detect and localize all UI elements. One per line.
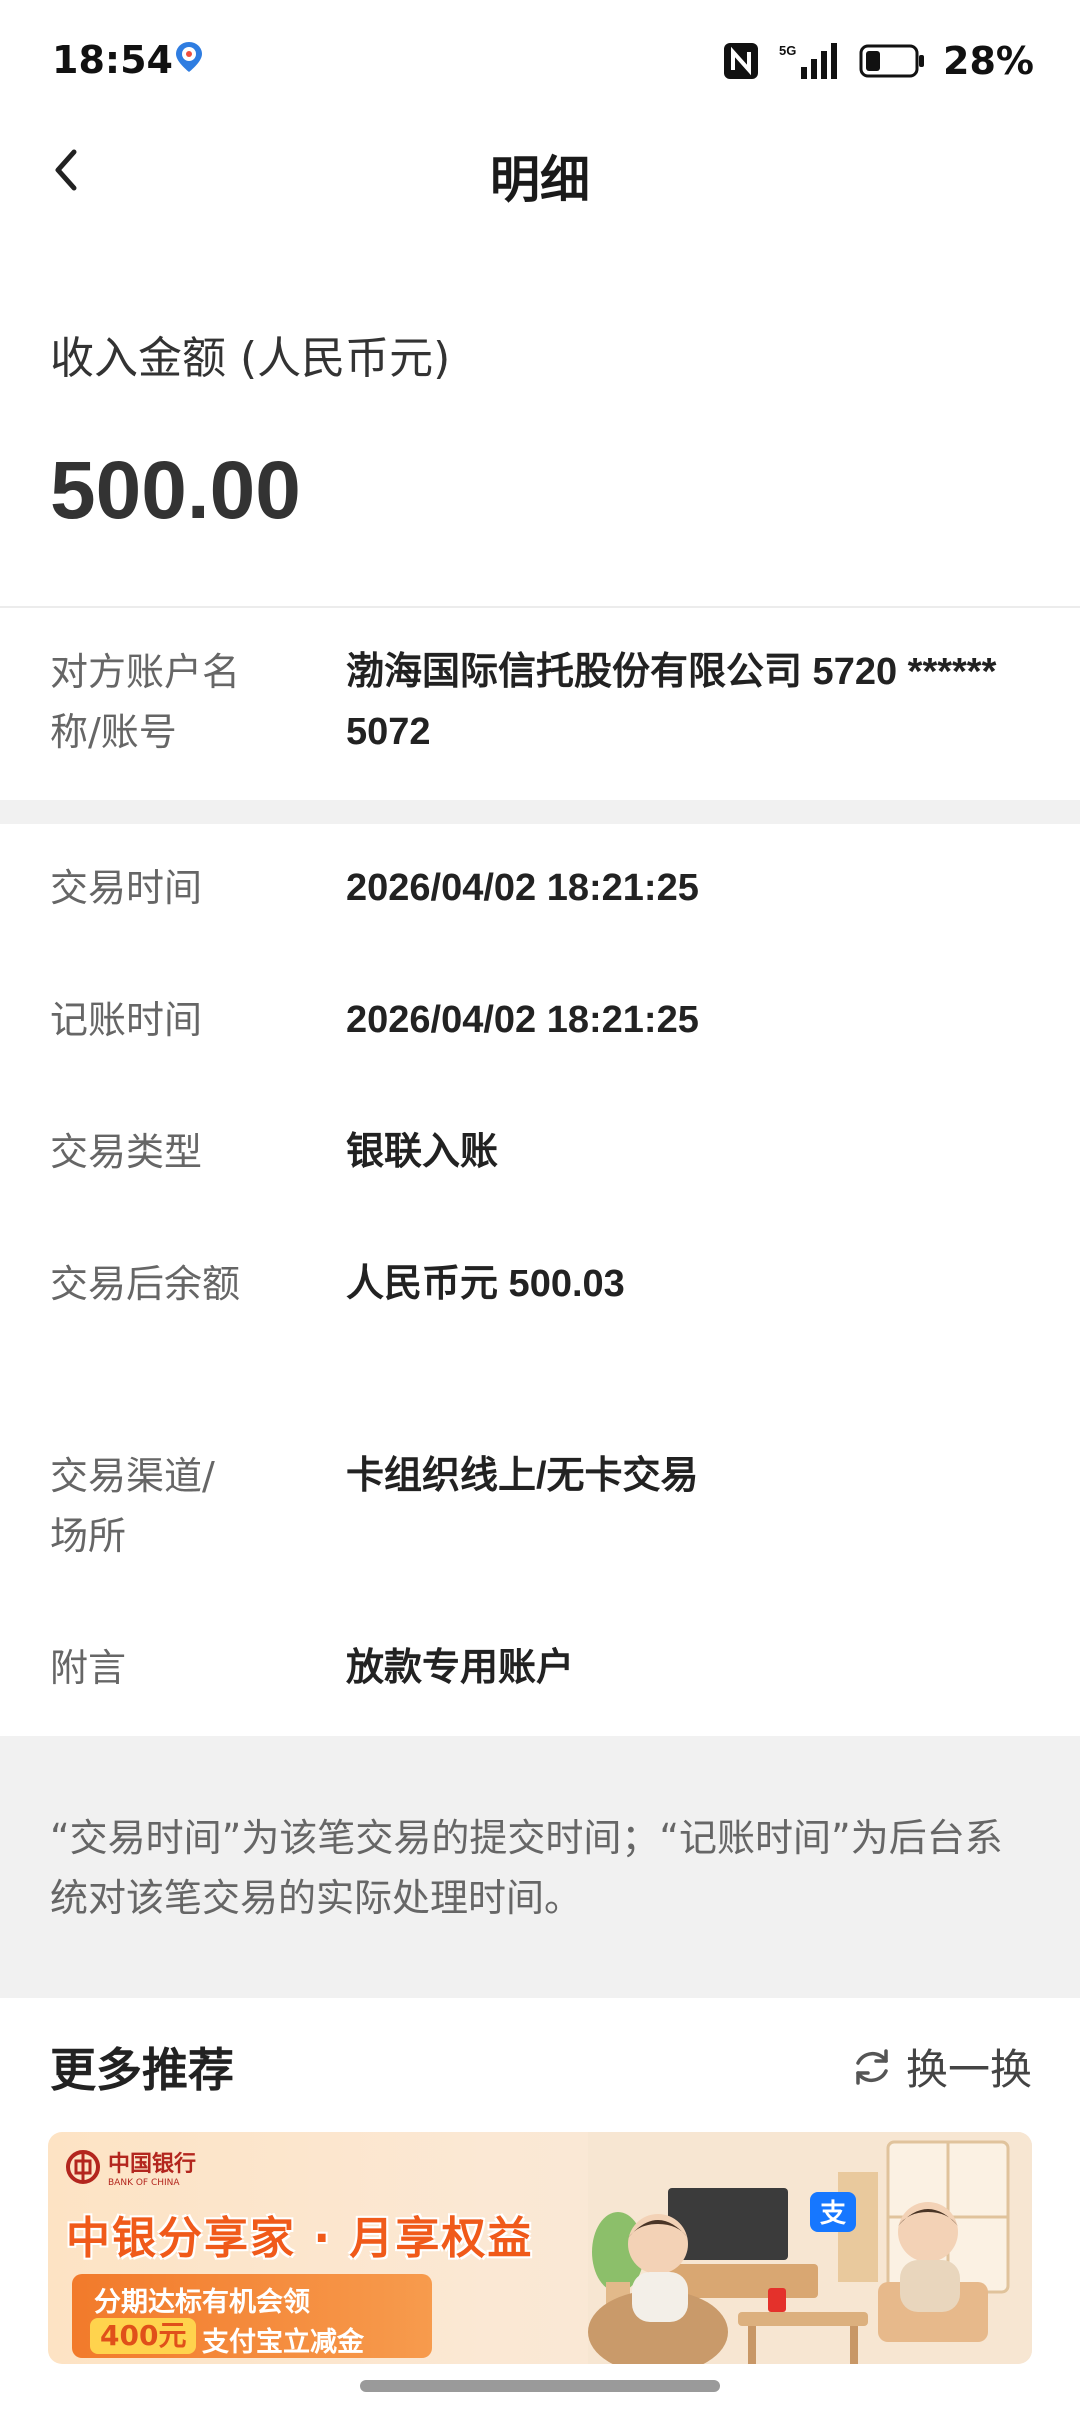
ad-sub-line1: 分期达标有机会领: [94, 2287, 310, 2318]
ad-amount: 400元: [90, 2318, 197, 2354]
bank-name-en: BANK OF CHINA: [108, 2178, 180, 2188]
bank-name: 中国银行: [108, 2152, 197, 2177]
detail-value-transaction-type: 银联入账: [346, 1131, 499, 1173]
ad-headline: 中银分享家 · 月享权益: [66, 2213, 534, 2264]
detail-label-transaction-time: 交易时间: [50, 866, 203, 910]
refresh-icon: [856, 2048, 888, 2085]
divider: [0, 606, 1080, 608]
bank-logo: 中国银行 BANK OF CHINA: [66, 2146, 196, 2188]
ad-banner[interactable]: 中国银行 BANK OF CHINA 广告 中银分享家 · 月享权益 分期达标有…: [48, 2132, 1032, 2364]
alipay-glyph: 支: [820, 2199, 846, 2229]
detail-value-balance: 人民币元 500.03: [346, 1263, 625, 1305]
status-bar: 18:54 5G 28%: [0, 0, 1080, 124]
detail-value-memo: 放款专用账户: [346, 1647, 575, 1689]
detail-value-channel: 卡组织线上/无卡交易: [346, 1455, 699, 1497]
page-title: 明细: [490, 151, 590, 209]
status-icons: 5G 28%: [723, 36, 1034, 86]
detail-label-balance: 交易后余额: [50, 1262, 241, 1306]
ad-illustration: 支: [588, 2132, 1032, 2364]
home-indicator[interactable]: [360, 2380, 720, 2392]
detail-label-memo: 附言: [50, 1646, 127, 1690]
counterparty-label: 对方账户名称/账号: [50, 650, 241, 754]
amount-value: 500.00: [50, 445, 301, 536]
nav-bar: 明细: [0, 124, 1080, 216]
status-time: 18:54: [52, 38, 173, 82]
nfc-icon: [724, 43, 759, 79]
refresh-button[interactable]: 换一换: [850, 2036, 1032, 2097]
time-note: “交易时间”为该笔交易的提交时间；“记账时间”为后台系统对该笔交易的实际处理时间…: [50, 1816, 1003, 1920]
detail-value-transaction-time: 2026/04/02 18:21:25: [346, 867, 699, 909]
more-recommend-title: 更多推荐: [50, 2043, 234, 2097]
counterparty-value: 渤海国际信托股份有限公司 5720 ****** 5072: [346, 651, 997, 753]
amount-label: 收入金额 (人民币元): [50, 333, 451, 384]
battery-percent: 28%: [943, 39, 1034, 83]
network-label: 5G: [779, 43, 796, 58]
ad-sub-line2: 支付宝立减金: [202, 2327, 364, 2358]
detail-label-posting-time: 记账时间: [50, 998, 203, 1042]
location-icon: [176, 42, 202, 72]
detail-label-transaction-type: 交易类型: [50, 1130, 203, 1174]
signal-icon: 5G: [779, 43, 838, 79]
section-divider: [0, 800, 1080, 824]
refresh-label: 换一换: [905, 2045, 1032, 2094]
detail-label-channel: 交易渠道/场所: [50, 1454, 215, 1558]
detail-value-posting-time: 2026/04/02 18:21:25: [346, 999, 699, 1041]
battery-icon: [859, 44, 925, 78]
bank-of-china-icon: [66, 2150, 100, 2184]
